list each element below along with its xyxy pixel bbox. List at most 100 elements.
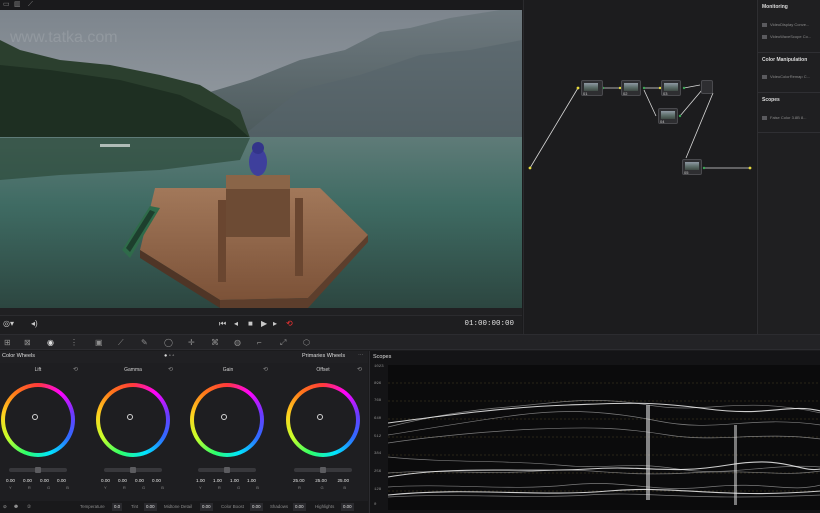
node-03[interactable]: 03	[661, 80, 681, 96]
viewer[interactable]: www.tatka.com	[0, 10, 522, 308]
highlights-field[interactable]: 0.00	[341, 503, 354, 511]
gain-wheel[interactable]	[190, 383, 264, 457]
lift-master-slider[interactable]	[9, 467, 67, 473]
library-section-title: Monitoring	[762, 4, 788, 10]
tint-label: Tint	[131, 504, 139, 509]
scale-label: 384	[374, 452, 382, 456]
adjustment-bar: ⊘ ❶ ② Temperature 0.0 Tint 0.00 Midtone …	[0, 501, 368, 513]
scale-label: 1023	[374, 365, 384, 369]
reset-icon[interactable]: ⟲	[263, 366, 268, 373]
page-2-icon[interactable]: ②	[27, 504, 31, 510]
scale-label: 512	[374, 435, 382, 439]
waveform-scope[interactable]	[387, 365, 820, 510]
wheel-label-lift: Lift	[34, 367, 42, 373]
step-forward-icon[interactable]: ▸	[273, 319, 277, 329]
rgb-mixer-icon[interactable]: ⋮	[70, 338, 78, 347]
gamma-wheel[interactable]	[96, 383, 170, 457]
scopes-title: Scopes	[373, 354, 392, 360]
lift-channels: YRGB	[9, 485, 69, 490]
viewer-mode-icon[interactable]: ◎▾	[3, 319, 14, 329]
3d-icon[interactable]: ⬡	[303, 338, 310, 347]
wheels-mode-selector[interactable]: Primaries Wheels	[302, 353, 345, 359]
shadows-field[interactable]: 0.00	[293, 503, 306, 511]
reset-icon[interactable]: ⟲	[73, 366, 78, 373]
library-item[interactable]: VideoDisplay Conve...	[762, 22, 820, 31]
midtone-detail-field[interactable]: 0.00	[200, 503, 213, 511]
gamma-values[interactable]: 0.00 0.00 0.00 0.00	[101, 478, 161, 483]
node-02[interactable]: 02	[621, 80, 641, 96]
color-boost-label: Color Boost	[221, 504, 244, 509]
offset-wheel[interactable]	[286, 383, 360, 457]
wheel-center-handle[interactable]	[221, 414, 227, 420]
scale-label: 0	[374, 503, 377, 507]
gain-master-slider[interactable]	[198, 467, 256, 473]
auto-balance-icon[interactable]: ⊘	[3, 504, 7, 510]
volume-icon[interactable]: ◂)	[31, 319, 38, 329]
scale-label: 640	[374, 417, 382, 421]
blur-icon[interactable]: ◍	[234, 338, 241, 347]
plugin-icon	[762, 74, 767, 79]
node-editor[interactable]: 01 02 03 04 05	[523, 0, 756, 334]
plugin-icon	[762, 22, 767, 27]
gain-values[interactable]: 1.00 1.00 1.00 1.00	[196, 478, 256, 483]
wheel-center-handle[interactable]	[317, 414, 323, 420]
offset-values[interactable]: 25.00 25.00 25.00	[293, 478, 349, 483]
loop-icon[interactable]: ⟲	[286, 319, 293, 329]
curves-icon[interactable]: ⟋	[118, 338, 124, 347]
plugin-icon	[762, 115, 767, 120]
temperature-label: Temperature	[80, 504, 105, 509]
reset-icon[interactable]: ⟲	[168, 366, 173, 373]
library-section-title: Color Manipulation	[762, 57, 808, 63]
gamma-channels: YRGB	[104, 485, 164, 490]
watermark: www.tatka.com	[9, 29, 118, 46]
sizing-icon[interactable]: ⤢	[280, 338, 286, 347]
key-icon[interactable]: ⌐	[257, 338, 262, 347]
panels-icon[interactable]: ▥	[14, 1, 22, 8]
node-connections	[528, 84, 752, 170]
temperature-field[interactable]: 0.0	[112, 503, 123, 511]
camera-raw-icon[interactable]: ⊞	[4, 338, 11, 347]
lift-values[interactable]: 0.00 0.00 0.00 0.00	[6, 478, 66, 483]
stop-icon[interactable]: ■	[248, 319, 253, 329]
scale-label: 256	[374, 470, 382, 474]
library-item[interactable]: VideoColorRemap C...	[762, 74, 820, 83]
tracker-icon[interactable]: ✛	[188, 338, 195, 347]
midtone-detail-label: Midtone Detail	[164, 504, 193, 509]
qualifier-icon[interactable]: ✎	[141, 338, 148, 347]
library-section-title: Scopes	[762, 97, 780, 103]
node-04[interactable]: 04	[658, 108, 678, 124]
color-boost-field[interactable]: 0.00	[250, 503, 263, 511]
node-05[interactable]: 05	[682, 159, 702, 175]
wheel-center-handle[interactable]	[32, 414, 38, 420]
page-dots[interactable]: ● ◦ ◦	[164, 353, 174, 359]
first-frame-icon[interactable]: ⏮	[219, 319, 226, 329]
tint-field[interactable]: 0.00	[144, 503, 157, 511]
offset-master-slider[interactable]	[294, 467, 352, 473]
step-back-icon[interactable]: ◂	[234, 319, 238, 329]
lift-wheel[interactable]	[1, 383, 75, 457]
window-icon[interactable]: ◯	[164, 338, 173, 347]
timeline-scrubber[interactable]	[0, 308, 522, 316]
waveform-trace	[387, 382, 820, 505]
gamma-master-slider[interactable]	[104, 467, 162, 473]
library-item[interactable]: False Color 3.8B 8...	[762, 115, 820, 124]
panel-title: Color Wheels	[2, 353, 36, 359]
wheel-label-gamma: Gamma	[124, 367, 142, 373]
reset-icon[interactable]: ⟲	[357, 366, 362, 373]
wand-icon[interactable]: ⟋	[28, 1, 36, 8]
color-wheels-panel: Color Wheels ● ◦ ◦ Primaries Wheels ⋯ Li…	[0, 351, 368, 513]
layout-icon[interactable]: ▭	[3, 1, 11, 8]
library-item[interactable]: VideoWaveScope Co...	[762, 34, 820, 43]
page-1-icon[interactable]: ❶	[14, 504, 18, 510]
scale-label: 768	[374, 399, 382, 403]
wheel-center-handle[interactable]	[127, 414, 133, 420]
layer-mixer-node[interactable]	[701, 80, 713, 94]
color-match-icon[interactable]: ⊠	[24, 338, 31, 347]
node-01[interactable]: 01	[581, 80, 603, 96]
scale-label: 896	[374, 382, 382, 386]
more-options-icon[interactable]: ⋯	[358, 353, 364, 359]
color-wheels-icon[interactable]: ◉	[47, 338, 54, 347]
motion-effects-icon[interactable]: ▣	[95, 338, 103, 347]
play-icon[interactable]: ▶	[261, 319, 267, 329]
magic-mask-icon[interactable]: ⌘	[211, 338, 219, 347]
